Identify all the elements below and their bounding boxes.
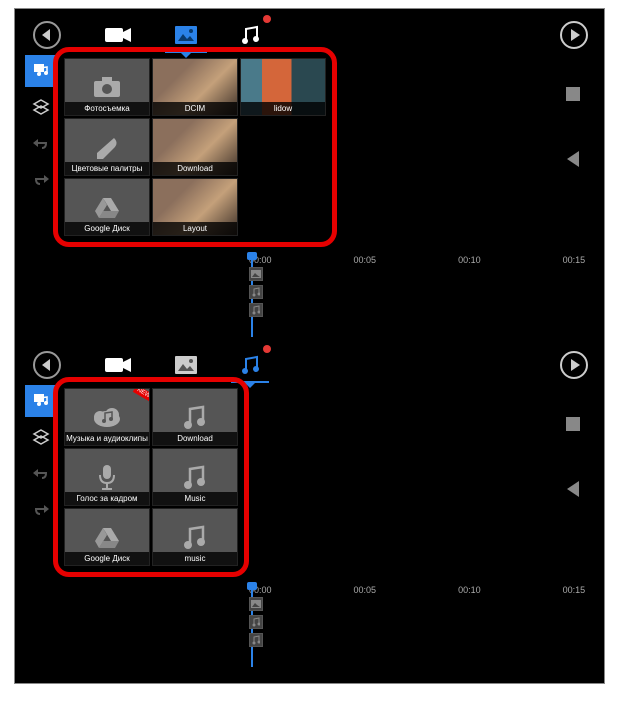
tile-label: Download — [153, 162, 237, 175]
time-mark: 00:05 — [354, 255, 377, 265]
mic-icon — [97, 463, 117, 491]
track-music-icon — [249, 285, 263, 299]
panel-image-browser: Фотосъемка DCIM lidow Цветовые палитры D… — [25, 17, 594, 335]
video-icon — [105, 26, 131, 44]
back-button[interactable] — [33, 351, 61, 379]
play-button[interactable] — [560, 21, 588, 49]
tab-music[interactable] — [241, 347, 259, 383]
music-note-icon — [183, 463, 207, 491]
tile-label: music — [153, 552, 237, 565]
stop-button[interactable] — [566, 417, 580, 431]
tile-gdrive[interactable]: Google Диск — [64, 178, 150, 236]
stop-button[interactable] — [566, 87, 580, 101]
tile-gdrive[interactable]: Google Диск — [64, 508, 150, 566]
notification-dot — [263, 345, 271, 353]
tile-label: Фотосъемка — [65, 102, 149, 115]
tile-label: Google Диск — [65, 552, 149, 565]
time-mark: 00:05 — [354, 585, 377, 595]
redo-icon — [32, 502, 50, 516]
media-layers-icon — [32, 62, 50, 80]
prev-marker-button[interactable] — [567, 481, 579, 497]
track-music-icon — [249, 633, 263, 647]
time-mark: 00:15 — [563, 255, 586, 265]
image-icon — [175, 356, 197, 374]
tile-label: Download — [153, 432, 237, 445]
undo-icon — [32, 466, 50, 480]
tile-voiceover[interactable]: Голос за кадром — [64, 448, 150, 506]
tile-music-folder[interactable]: Music — [152, 448, 238, 506]
tile-label: lidow — [241, 102, 325, 115]
back-button[interactable] — [33, 21, 61, 49]
palette-icon — [93, 135, 121, 159]
track-image-icon — [249, 267, 263, 281]
video-icon — [105, 356, 131, 374]
time-mark: 00:10 — [458, 585, 481, 595]
notification-dot — [263, 15, 271, 23]
tile-dcim[interactable]: DCIM — [152, 58, 238, 116]
image-icon — [175, 26, 197, 44]
tile-label: Layout — [153, 222, 237, 235]
track-music-icon — [249, 615, 263, 629]
tile-layout[interactable]: Layout — [152, 178, 238, 236]
tile-label: DCIM — [153, 102, 237, 115]
tile-label: Голос за кадром — [65, 492, 149, 505]
tile-music-lower[interactable]: music — [152, 508, 238, 566]
media-layers-icon — [32, 392, 50, 410]
time-mark: 00:10 — [458, 255, 481, 265]
tile-label: Цветовые палитры — [65, 162, 149, 175]
tile-label: Музыка и аудиоклипы — [65, 432, 149, 445]
track-image-icon — [249, 597, 263, 611]
redo-icon — [32, 172, 50, 186]
tile-label: Google Диск — [65, 222, 149, 235]
timeline[interactable]: 00:00 00:05 00:10 00:15 — [25, 255, 594, 337]
tile-lidow[interactable]: lidow — [240, 58, 326, 116]
panel-music-browser: NEW Музыка и аудиоклипы Download Голос з… — [25, 347, 594, 665]
layers-icon — [32, 428, 50, 446]
cloud-music-icon — [92, 405, 122, 429]
camera-icon — [92, 75, 122, 99]
prev-marker-button[interactable] — [567, 151, 579, 167]
folder-grid: Фотосъемка DCIM lidow Цветовые палитры D… — [64, 58, 326, 236]
tile-palette[interactable]: Цветовые палитры — [64, 118, 150, 176]
new-badge: NEW — [133, 388, 150, 402]
tile-download[interactable]: Download — [152, 118, 238, 176]
drive-icon — [93, 195, 121, 219]
music-note-icon — [183, 523, 207, 551]
track-music-icon — [249, 303, 263, 317]
tile-label: Music — [153, 492, 237, 505]
undo-icon — [32, 136, 50, 150]
drive-icon — [93, 525, 121, 549]
music-note-icon — [183, 403, 207, 431]
tile-download-music[interactable]: Download — [152, 388, 238, 446]
music-icon — [241, 25, 259, 45]
play-button[interactable] — [560, 351, 588, 379]
layers-icon — [32, 98, 50, 116]
time-mark: 00:15 — [563, 585, 586, 595]
folder-grid: NEW Музыка и аудиоклипы Download Голос з… — [64, 388, 238, 566]
tile-camera[interactable]: Фотосъемка — [64, 58, 150, 116]
music-icon — [241, 355, 259, 375]
timeline[interactable]: 00:00 00:05 00:10 00:15 — [25, 585, 594, 667]
tile-cloud-music[interactable]: NEW Музыка и аудиоклипы — [64, 388, 150, 446]
